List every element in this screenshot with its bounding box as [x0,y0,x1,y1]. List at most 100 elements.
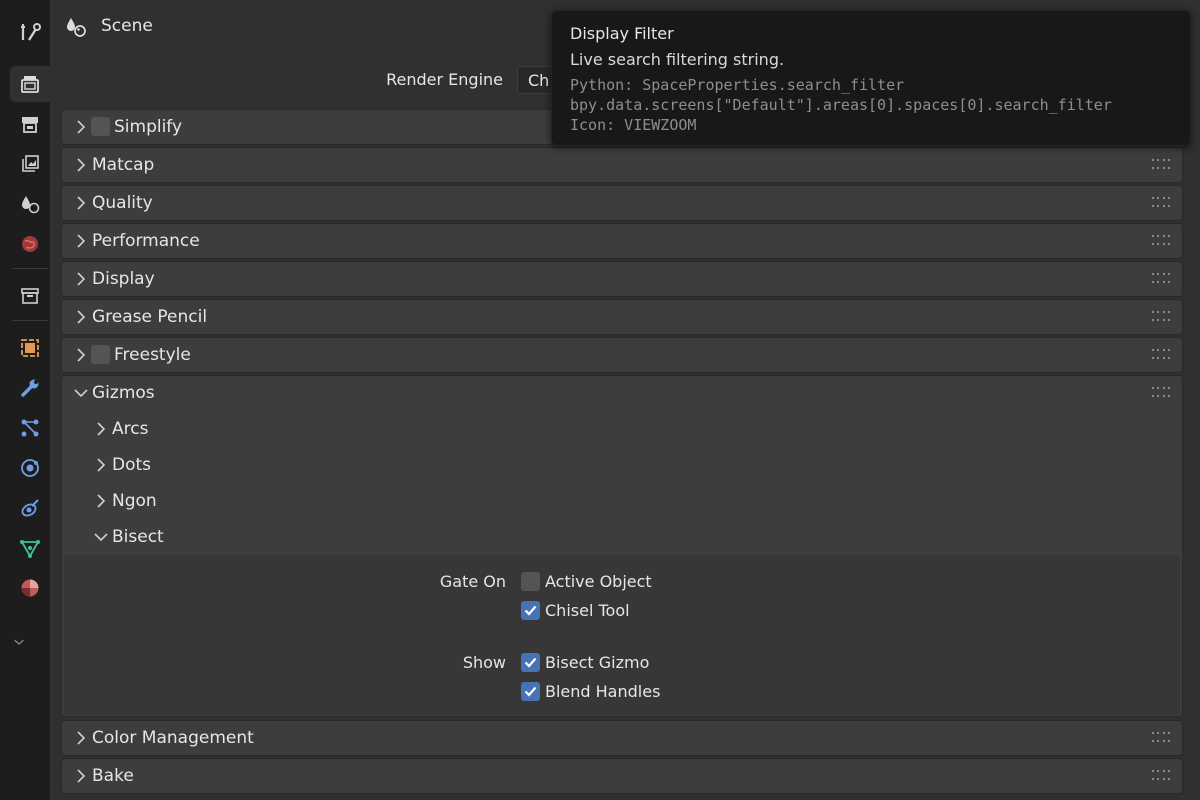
panel-header-performance[interactable]: Performance [62,224,1182,258]
active-object-checkbox[interactable] [521,572,540,591]
chevron-down-icon [14,639,24,645]
physics-icon [21,459,39,477]
collection-icon [21,288,39,304]
tab-constraints[interactable] [10,490,50,526]
checkmark-icon [524,657,537,668]
subpanel-title: Ngon [112,491,157,511]
chevron-right-icon [73,157,89,173]
panel-header-freestyle[interactable]: Freestyle [62,338,1182,372]
tab-render[interactable] [10,66,50,102]
chisel-tool-label: Chisel Tool [545,601,630,620]
render-engine-label: Render Engine [386,70,503,89]
panel-header-display[interactable]: Display [62,262,1182,296]
chevron-right-icon [93,421,109,437]
drag-handle-icon[interactable] [1152,770,1170,780]
drag-handle-icon[interactable] [1152,311,1170,321]
panel-header-quality[interactable]: Quality [62,186,1182,220]
world-icon [22,236,38,252]
chevron-right-icon [73,347,89,363]
constraints-icon [21,499,39,517]
gate-on-label: Gate On [439,572,506,591]
drag-handle-icon[interactable] [1152,273,1170,283]
tab-data[interactable] [10,530,50,566]
tooltip-data-path: bpy.data.screens["Default"].areas[0].spa… [570,96,1112,114]
subpanel-arcs[interactable]: Arcs [62,412,1182,446]
panel-title: Color Management [92,728,254,748]
tab-world[interactable] [10,226,50,262]
panel-title: Freestyle [114,345,191,365]
bisect-gizmo-checkbox[interactable] [521,653,540,672]
panel-header-gizmos[interactable]: Gizmos [62,376,1182,410]
blend-handles-checkbox[interactable] [521,682,540,701]
material-icon [21,579,39,597]
properties-tab-strip [0,0,50,800]
wrench-icon [21,379,39,397]
checkmark-icon [524,686,537,697]
tab-material[interactable] [10,570,50,606]
tab-output[interactable] [10,106,50,142]
tab-modifiers[interactable] [10,370,50,406]
panel-header-grease-pencil[interactable]: Grease Pencil [62,300,1182,334]
tab-separator [12,320,48,321]
panel-header-matcap[interactable]: Matcap [62,148,1182,182]
tab-more[interactable] [10,624,50,660]
chevron-right-icon [73,119,89,135]
bisect-settings: Gate On Active Object Chisel Tool Show B… [64,555,1180,715]
chevron-right-icon [73,309,89,325]
subpanel-title: Arcs [112,419,149,439]
subpanel-bisect[interactable]: Bisect [62,520,1182,554]
subpanel-dots[interactable]: Dots [62,448,1182,482]
show-label: Show [462,653,506,672]
output-icon [22,117,38,133]
view-layer-icon [22,155,39,172]
subpanel-title: Bisect [112,527,164,547]
chevron-down-icon [93,529,109,545]
tab-scene[interactable] [10,186,50,222]
drag-handle-icon[interactable] [1152,349,1170,359]
scene-icon [67,18,86,37]
chisel-tool-checkbox[interactable] [521,601,540,620]
simplify-checkbox[interactable] [91,117,110,136]
panel-title: Matcap [92,155,155,175]
subpanel-ngon[interactable]: Ngon [62,484,1182,518]
mesh-data-icon [20,540,40,558]
tab-collection[interactable] [10,278,50,314]
tab-physics[interactable] [10,450,50,486]
render-icon [21,76,39,93]
panel-grease-pencil: Grease Pencil [61,299,1183,335]
tab-separator [12,268,48,269]
panel-gizmos: Gizmos Arcs Dots Ngon Bisect Gate On Act… [61,375,1183,717]
tooltip-icon-name: Icon: VIEWZOOM [570,116,697,134]
panel-title: Display [92,269,155,289]
panel-performance: Performance [61,223,1183,259]
drag-handle-icon[interactable] [1152,159,1170,169]
panel-title: Simplify [114,117,183,137]
panel-title: Gizmos [92,383,155,403]
drag-handle-icon[interactable] [1152,732,1170,742]
chevron-right-icon [93,493,109,509]
bisect-gizmo-label: Bisect Gizmo [545,653,650,672]
drag-handle-icon[interactable] [1152,197,1170,207]
freestyle-checkbox[interactable] [91,345,110,364]
tool-icon [21,23,41,41]
panel-title: Bake [92,766,134,786]
subpanel-title: Dots [112,455,152,475]
tab-view-layer[interactable] [10,146,50,182]
panel-bake: Bake [61,758,1183,794]
chevron-right-icon [73,233,89,249]
panel-color-management: Color Management [61,720,1183,756]
tab-object[interactable] [10,330,50,366]
tooltip-description: Live search filtering string. [570,50,785,69]
drag-handle-icon[interactable] [1152,235,1170,245]
chevron-right-icon [73,271,89,287]
drag-handle-icon[interactable] [1152,387,1170,397]
tab-tool[interactable] [10,14,50,50]
breadcrumb-scene: Scene [101,16,153,36]
tab-particles[interactable] [10,410,50,446]
panel-header-color-management[interactable]: Color Management [62,721,1182,755]
panel-header-bake[interactable]: Bake [62,759,1182,793]
particles-icon [21,419,39,437]
panel-freestyle: Freestyle [61,337,1183,373]
chevron-down-icon [73,385,89,401]
active-object-label: Active Object [545,572,652,591]
